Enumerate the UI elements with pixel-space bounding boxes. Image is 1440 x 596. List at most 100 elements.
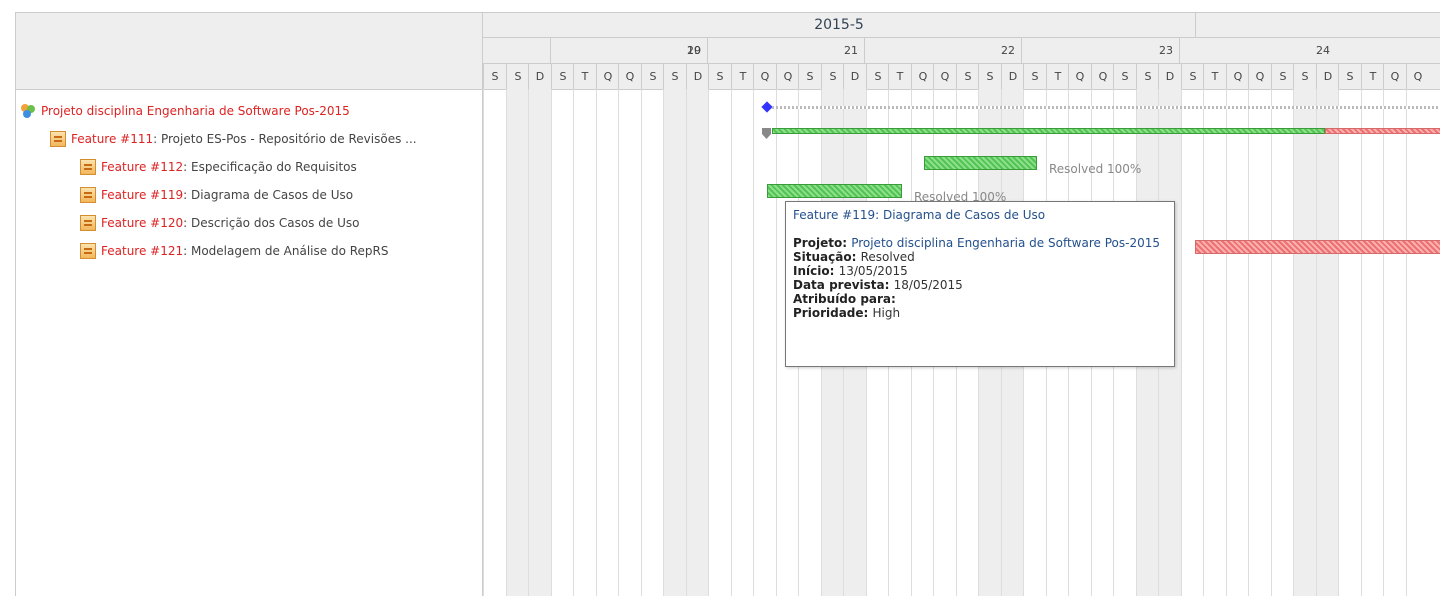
project-bar bbox=[772, 106, 1440, 109]
month-header-next bbox=[1195, 13, 1440, 37]
day-column bbox=[753, 89, 776, 596]
feature-icon bbox=[80, 159, 96, 175]
day-column bbox=[483, 89, 506, 596]
day-header-row: SSDSTQQSSDSTQQSSDSTQQSSDSTQQSSDSTQQSSDST… bbox=[483, 64, 1440, 90]
tooltip-projeto-link[interactable]: Projeto disciplina Engenharia de Softwar… bbox=[851, 236, 1160, 250]
day-header: T bbox=[1361, 64, 1384, 89]
week-header-23: 23 bbox=[1021, 38, 1179, 63]
week-header-22: 22 bbox=[864, 38, 1021, 63]
day-column bbox=[1361, 89, 1384, 596]
subject-row-feature-111[interactable]: Feature #111 : Projeto ES-Pos - Repositó… bbox=[50, 128, 417, 150]
feature-link[interactable]: Feature #112 bbox=[101, 160, 183, 174]
day-column bbox=[686, 89, 709, 596]
tooltip-situacao-value: Resolved bbox=[860, 250, 915, 264]
week-header-row: 19 20 21 22 23 24 bbox=[483, 38, 1440, 64]
subject-row-feature-112[interactable]: Feature #112 : Especificação do Requisit… bbox=[80, 156, 357, 178]
feature-119-bar[interactable] bbox=[767, 184, 902, 198]
day-column bbox=[528, 89, 551, 596]
project-link[interactable]: Projeto disciplina Engenharia de Softwar… bbox=[41, 104, 350, 118]
day-header: S bbox=[1136, 64, 1159, 89]
feature-link[interactable]: Feature #121 bbox=[101, 244, 183, 258]
week-header-24: 24 bbox=[1179, 38, 1336, 63]
day-header: D bbox=[843, 64, 866, 89]
day-header: Q bbox=[933, 64, 956, 89]
day-header: T bbox=[1203, 64, 1226, 89]
day-header: D bbox=[1158, 64, 1181, 89]
day-header: Q bbox=[753, 64, 776, 89]
tooltip-situacao-label: Situação bbox=[793, 250, 852, 264]
day-header: S bbox=[483, 64, 506, 89]
day-header: S bbox=[1271, 64, 1294, 89]
tooltip-data-prevista-label: Data prevista bbox=[793, 278, 885, 292]
day-column bbox=[596, 89, 619, 596]
day-header: T bbox=[573, 64, 596, 89]
feature-icon bbox=[50, 131, 66, 147]
project-icon bbox=[20, 103, 36, 119]
day-header: Q bbox=[596, 64, 619, 89]
feature-title: : Descrição dos Casos de Uso bbox=[183, 216, 360, 230]
tooltip-prioridade-label: Prioridade bbox=[793, 306, 864, 320]
tooltip-inicio-label: Início bbox=[793, 264, 830, 278]
day-column bbox=[1293, 89, 1316, 596]
feature-111-bar-done bbox=[772, 128, 1325, 134]
subjects-header bbox=[16, 13, 482, 90]
tooltip-projeto-label: Projeto bbox=[793, 236, 843, 250]
day-column bbox=[506, 89, 529, 596]
feature-icon bbox=[80, 215, 96, 231]
day-header: T bbox=[888, 64, 911, 89]
feature-112-bar[interactable] bbox=[924, 156, 1037, 170]
subject-row-feature-121[interactable]: Feature #121 : Modelagem de Análise do R… bbox=[80, 240, 389, 262]
day-column bbox=[1271, 89, 1294, 596]
issue-tooltip: Feature #119: Diagrama de Casos de Uso P… bbox=[785, 201, 1175, 367]
day-header: S bbox=[1181, 64, 1204, 89]
day-column bbox=[1226, 89, 1249, 596]
day-header: Q bbox=[1406, 64, 1429, 89]
day-column bbox=[1181, 89, 1204, 596]
day-header: S bbox=[956, 64, 979, 89]
tooltip-data-prevista-value: 18/05/2015 bbox=[893, 278, 963, 292]
day-header: Q bbox=[776, 64, 799, 89]
day-header: S bbox=[641, 64, 664, 89]
day-header: S bbox=[1023, 64, 1046, 89]
day-column bbox=[573, 89, 596, 596]
day-column bbox=[731, 89, 754, 596]
day-header: S bbox=[798, 64, 821, 89]
parent-start-marker bbox=[762, 128, 771, 139]
tooltip-title: Feature #119: Diagrama de Casos de Uso bbox=[793, 208, 1046, 222]
day-header: S bbox=[978, 64, 1001, 89]
feature-link[interactable]: Feature #120 bbox=[101, 216, 183, 230]
day-header: Q bbox=[1383, 64, 1406, 89]
gantt-chart: Projeto disciplina Engenharia de Softwar… bbox=[15, 12, 1440, 596]
day-column bbox=[551, 89, 574, 596]
day-column bbox=[1203, 89, 1226, 596]
feature-title: : Projeto ES-Pos - Repositório de Revisõ… bbox=[153, 132, 417, 146]
subject-row-feature-120[interactable]: Feature #120 : Descrição dos Casos de Us… bbox=[80, 212, 359, 234]
day-column bbox=[1406, 89, 1429, 596]
day-header: S bbox=[1338, 64, 1361, 89]
day-header: D bbox=[1001, 64, 1024, 89]
day-column bbox=[1316, 89, 1339, 596]
subject-row-feature-119[interactable]: Feature #119 : Diagrama de Casos de Uso bbox=[80, 184, 353, 206]
day-header: S bbox=[708, 64, 731, 89]
day-column bbox=[1383, 89, 1406, 596]
day-column bbox=[708, 89, 731, 596]
day-column bbox=[1248, 89, 1271, 596]
subject-row-project[interactable]: Projeto disciplina Engenharia de Softwar… bbox=[20, 100, 350, 122]
day-column bbox=[1338, 89, 1361, 596]
feature-121-bar[interactable] bbox=[1195, 240, 1440, 254]
day-header: S bbox=[551, 64, 574, 89]
day-header: S bbox=[1113, 64, 1136, 89]
feature-111-bar-late bbox=[1325, 128, 1440, 134]
day-header: S bbox=[866, 64, 889, 89]
feature-title: : Especificação do Requisitos bbox=[183, 160, 357, 174]
feature-112-bar-label: Resolved 100% bbox=[1049, 162, 1142, 176]
month-header: 2015-5 bbox=[814, 17, 864, 33]
feature-link[interactable]: Feature #119 bbox=[101, 188, 183, 202]
day-header: D bbox=[528, 64, 551, 89]
day-column bbox=[641, 89, 664, 596]
day-header: Q bbox=[911, 64, 934, 89]
day-header: D bbox=[686, 64, 709, 89]
month-header-row: 2015-5 bbox=[483, 13, 1440, 38]
feature-link[interactable]: Feature #111 bbox=[71, 132, 153, 146]
day-header: Q bbox=[1068, 64, 1091, 89]
